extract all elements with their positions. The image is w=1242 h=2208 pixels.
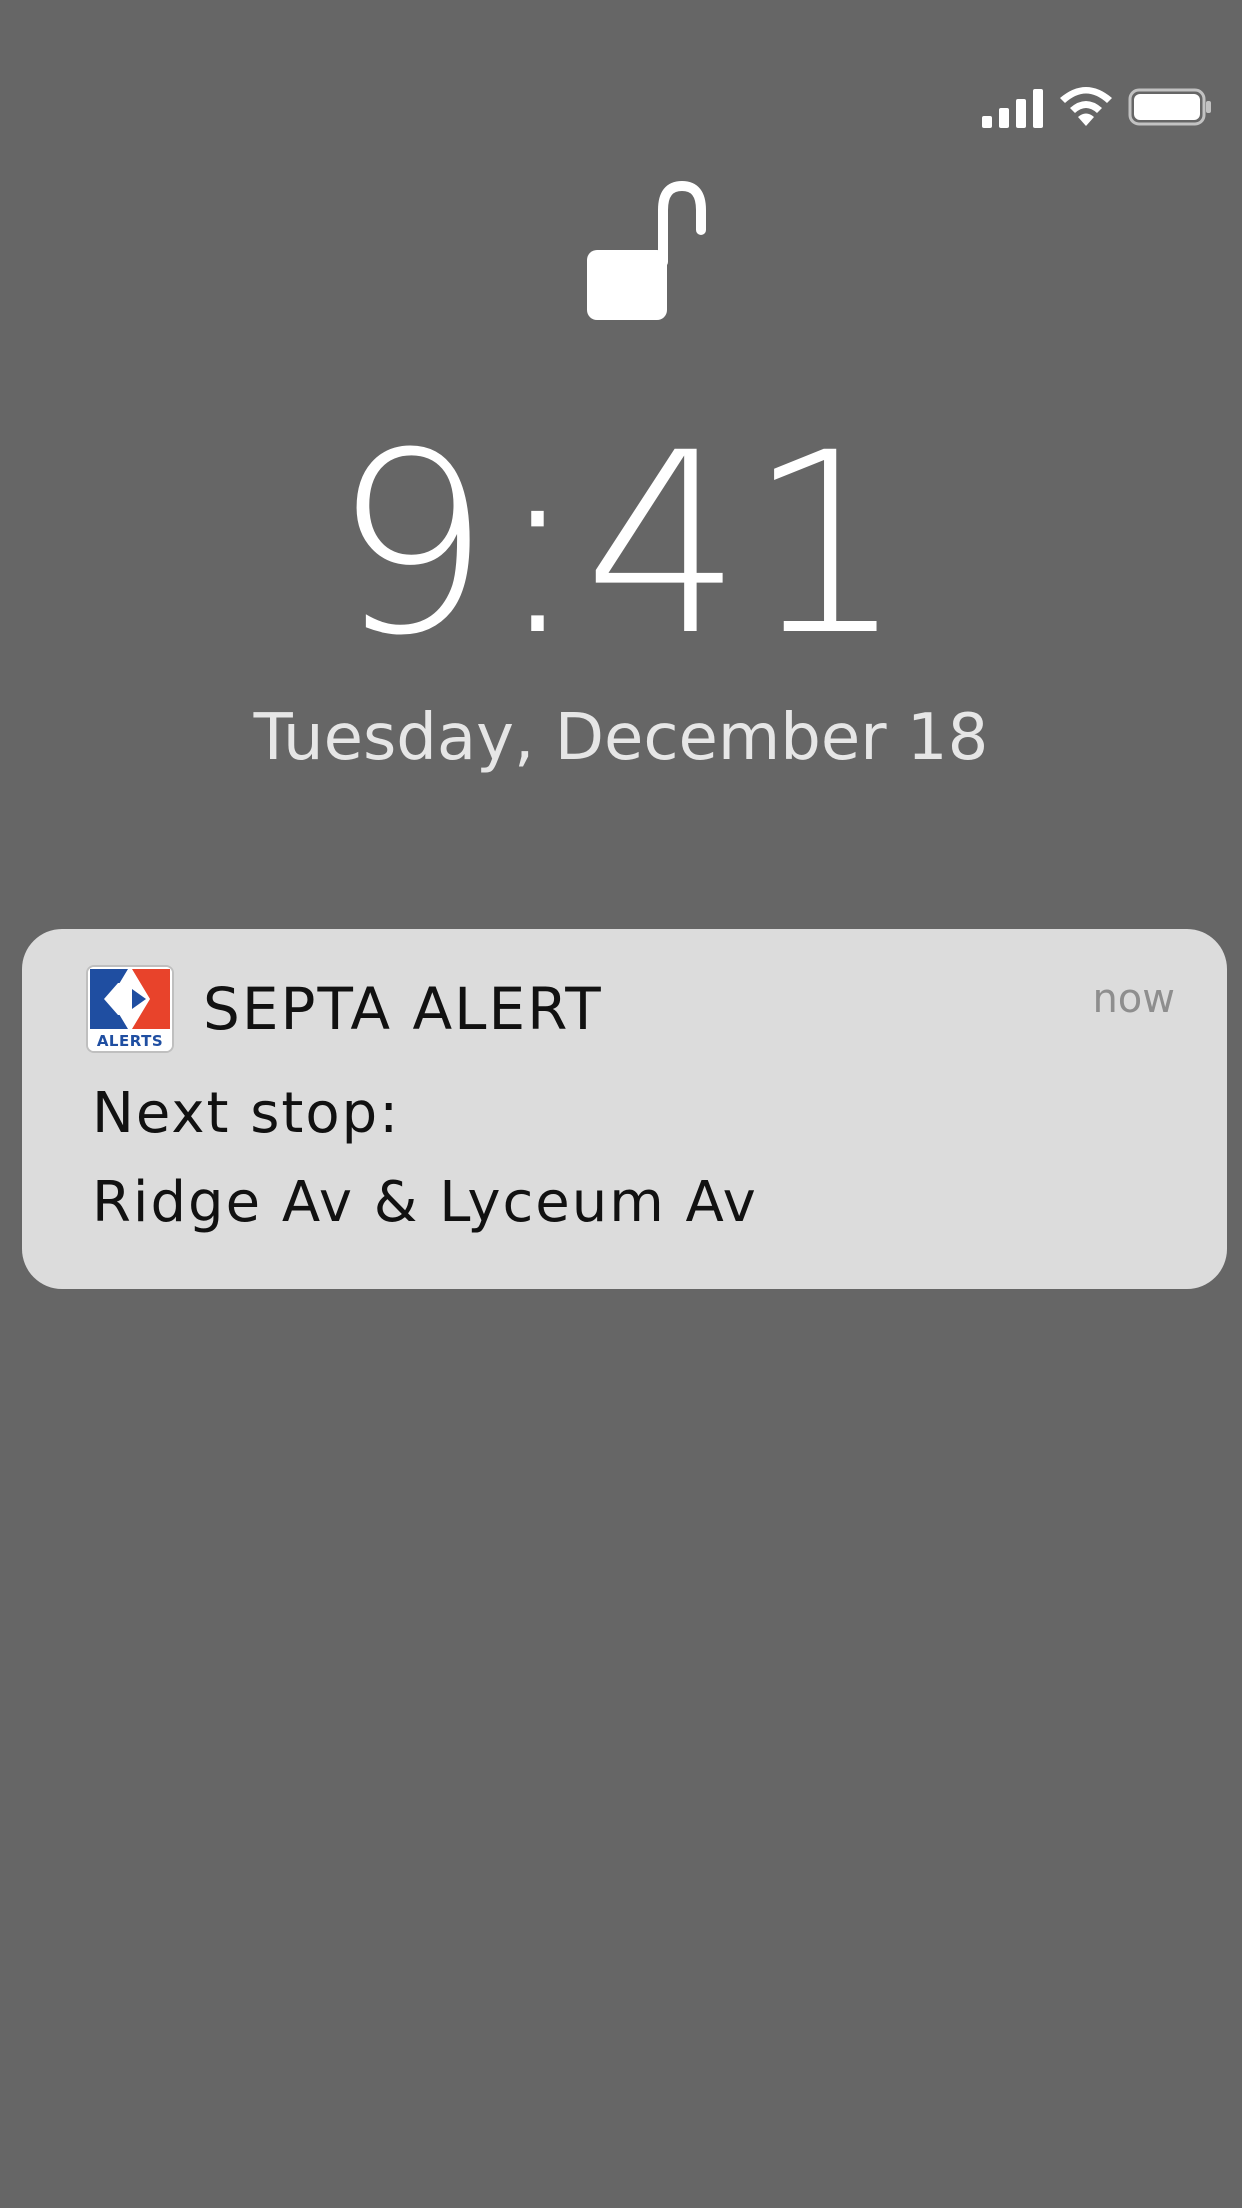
notification-app-name: SEPTA ALERT [203,975,603,1043]
notification-body: Next stop: Ridge Av & Lyceum Av [92,1069,1172,1247]
notification-body-line-2: Ridge Av & Lyceum Av [92,1170,758,1235]
app-icon-label: ALERTS [97,1032,163,1050]
notification-card[interactable]: ALERTS SEPTA ALERT now Next stop: Ridge … [22,929,1227,1289]
lock-screen-time: 9:41 [332,399,910,690]
cellular-signal-icon [982,86,1044,128]
status-bar [982,82,1212,132]
wifi-icon [1058,86,1114,128]
notification-body-line-1: Next stop: [92,1081,401,1146]
notification-time: now [1092,976,1175,1022]
lock-screen-date: Tuesday, December 18 [253,701,989,775]
septa-alerts-app-icon: ALERTS [88,967,172,1051]
unlocked-padlock-icon [585,180,707,322]
battery-icon [1128,86,1212,128]
